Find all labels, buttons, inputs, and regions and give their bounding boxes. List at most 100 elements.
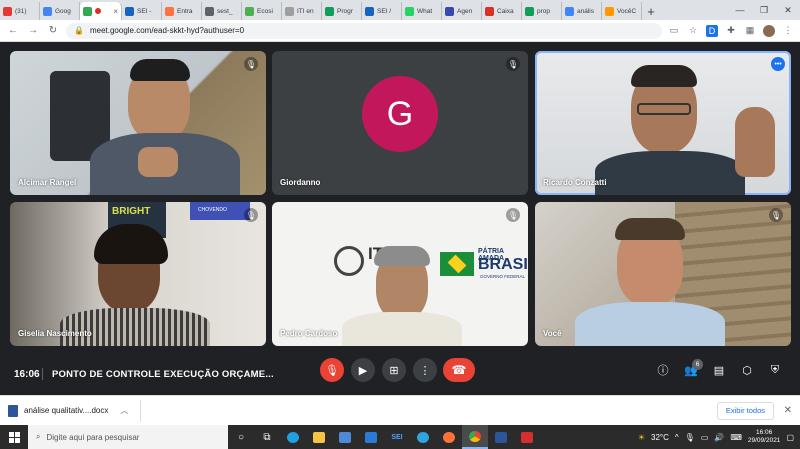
close-window-icon[interactable]: ✕ xyxy=(776,0,800,20)
show-all-downloads-button[interactable]: Exibir todos xyxy=(716,401,774,420)
minimize-icon[interactable]: — xyxy=(728,0,752,20)
tab-label: Ecosi xyxy=(257,7,273,15)
store-icon[interactable] xyxy=(332,425,358,449)
participant-tile[interactable]: ITI PÁTRIA AMADA BRASIL GOVERNO FEDERAL … xyxy=(272,202,528,346)
tray-overflow-icon[interactable]: ^ xyxy=(675,433,679,442)
telegram-icon[interactable] xyxy=(410,425,436,449)
bookmark-star-icon[interactable]: ☆ xyxy=(687,25,699,37)
extension-icon[interactable]: D xyxy=(706,24,718,37)
back-icon[interactable]: ← xyxy=(6,24,20,38)
restore-icon[interactable]: ❐ xyxy=(752,0,776,20)
edge-icon[interactable] xyxy=(280,425,306,449)
browser-tab[interactable]: SEI - xyxy=(122,2,162,20)
mail-icon[interactable] xyxy=(358,425,384,449)
weather-temp[interactable]: 32°C xyxy=(651,433,669,442)
weather-icon[interactable]: ☀ xyxy=(638,433,645,442)
chat-button[interactable]: ▤ xyxy=(711,362,727,378)
browser-tab[interactable]: Goog xyxy=(40,2,80,20)
download-item[interactable]: análise qualitativ....docx ︿ xyxy=(8,399,142,422)
browser-tab[interactable]: sest_ xyxy=(202,2,242,20)
file-explorer-icon[interactable] xyxy=(306,425,332,449)
tab-favicon-icon xyxy=(83,6,92,16)
tab-label: SEI / xyxy=(377,7,392,15)
profile-avatar[interactable] xyxy=(763,24,775,37)
phone-hangup-icon: ☎ xyxy=(451,363,467,377)
shield-lock-icon: ⛨ xyxy=(770,363,780,376)
keyboard-icon[interactable]: ⌨ xyxy=(730,433,742,442)
browser-tab[interactable]: Caixa xyxy=(482,2,522,20)
notifications-icon[interactable]: ▢ xyxy=(786,433,794,442)
people-button[interactable]: 👥 6 xyxy=(683,359,703,378)
participant-tile-speaking[interactable]: ••• Ricardo Conzatti xyxy=(535,51,791,195)
browser-tab[interactable]: ITI en xyxy=(282,2,322,20)
chrome-icon[interactable] xyxy=(462,425,488,449)
browser-tab[interactable]: Progr xyxy=(322,2,362,20)
browser-tab[interactable]: Ecosi xyxy=(242,2,282,20)
browser-tab[interactable]: anális xyxy=(562,2,602,20)
firefox-icon[interactable] xyxy=(436,425,462,449)
more-options-button[interactable]: ⋮ xyxy=(413,358,437,382)
participant-tile[interactable]: 🎙 Alcimar Rangel xyxy=(10,51,266,195)
start-button[interactable] xyxy=(0,425,28,449)
extension-2-icon[interactable]: ▦ xyxy=(744,25,756,37)
taskbar-clock[interactable]: 16:06 29/09/2021 xyxy=(748,429,781,445)
volume-icon[interactable]: 🔊 xyxy=(714,433,724,442)
tab-favicon-icon xyxy=(245,6,254,16)
poster-2-text: CHOVENDO xyxy=(198,207,227,213)
task-view-icon[interactable]: ⧉ xyxy=(254,425,280,449)
tab-favicon-icon xyxy=(445,6,454,16)
window-controls: — ❐ ✕ xyxy=(728,0,800,20)
meeting-controls-bar: 16:06 PONTO DE CONTROLE EXECUÇÃO ORÇAME.… xyxy=(0,353,800,395)
mic-off-icon: 🎙 xyxy=(769,208,783,222)
browser-tab[interactable]: Agen xyxy=(442,2,482,20)
browser-tab-active[interactable]: × xyxy=(80,2,122,20)
leave-call-button[interactable]: ☎ xyxy=(443,358,475,382)
participant-tile[interactable]: G 🎙 Giordanno xyxy=(272,51,528,195)
address-bar[interactable]: 🔒 meet.google.com/ead-skkt-hyd?authuser=… xyxy=(66,22,662,39)
camera-toggle-button[interactable]: ▶ xyxy=(351,358,375,382)
activities-button[interactable]: ⬡ xyxy=(739,362,755,378)
participant-tile[interactable]: BRIGHT CHOVENDO 🎙 Giselia Nascimento xyxy=(10,202,266,346)
browser-tab[interactable]: (31) xyxy=(0,2,40,20)
host-controls-button[interactable]: ⛨ xyxy=(767,362,783,378)
taskbar-search[interactable]: ⌕ Digite aqui para pesquisar xyxy=(28,425,228,449)
browser-tab[interactable]: What xyxy=(402,2,442,20)
downloads-bar: análise qualitativ....docx ︿ Exibir todo… xyxy=(0,395,800,425)
lock-icon: 🔒 xyxy=(74,26,84,35)
mic-toggle-button[interactable]: 🎙 xyxy=(320,358,344,382)
reload-icon[interactable]: ↻ xyxy=(46,24,60,38)
participant-avatar: G xyxy=(362,76,438,153)
mic-tray-icon[interactable]: 🎙 xyxy=(685,433,695,442)
new-tab-button[interactable]: + xyxy=(642,2,660,20)
tab-favicon-icon xyxy=(485,6,494,16)
puzzle-icon[interactable]: ✚ xyxy=(725,25,737,37)
close-tab-icon[interactable]: × xyxy=(113,7,118,16)
participant-name: Giordanno xyxy=(280,178,321,187)
chevron-up-icon[interactable]: ︿ xyxy=(120,405,128,416)
sei-app-icon[interactable]: SEI xyxy=(384,425,410,449)
browser-tab[interactable]: prop xyxy=(522,2,562,20)
forward-icon[interactable]: → xyxy=(26,24,40,38)
tab-favicon-icon xyxy=(125,6,134,16)
camera-icon[interactable]: ▭ xyxy=(668,25,680,37)
participant-tile-self[interactable]: 🎙 Você xyxy=(535,202,791,346)
browser-tab[interactable]: Entra xyxy=(162,2,202,20)
meeting-details-button[interactable]: ⓘ xyxy=(655,362,671,378)
browser-tab[interactable]: SEI / xyxy=(362,2,402,20)
brasil-text: BRASIL xyxy=(478,256,528,273)
acrobat-icon[interactable] xyxy=(514,425,540,449)
present-button[interactable]: ⊞ xyxy=(382,358,406,382)
hand xyxy=(138,147,178,177)
tab-label: sest_ xyxy=(217,7,233,15)
cortana-icon[interactable]: ○ xyxy=(228,425,254,449)
activities-icon: ⬡ xyxy=(742,364,752,377)
network-icon[interactable]: ▭ xyxy=(701,433,709,442)
tab-label: Agen xyxy=(457,7,473,15)
browser-tab[interactable]: VocêC xyxy=(602,2,642,20)
tab-favicon-icon xyxy=(165,6,174,16)
word-icon[interactable] xyxy=(488,425,514,449)
tab-favicon-icon xyxy=(325,6,334,16)
hair xyxy=(374,246,430,266)
menu-dots-icon[interactable]: ⋮ xyxy=(782,25,794,37)
close-downloads-icon[interactable]: ✕ xyxy=(784,405,792,416)
